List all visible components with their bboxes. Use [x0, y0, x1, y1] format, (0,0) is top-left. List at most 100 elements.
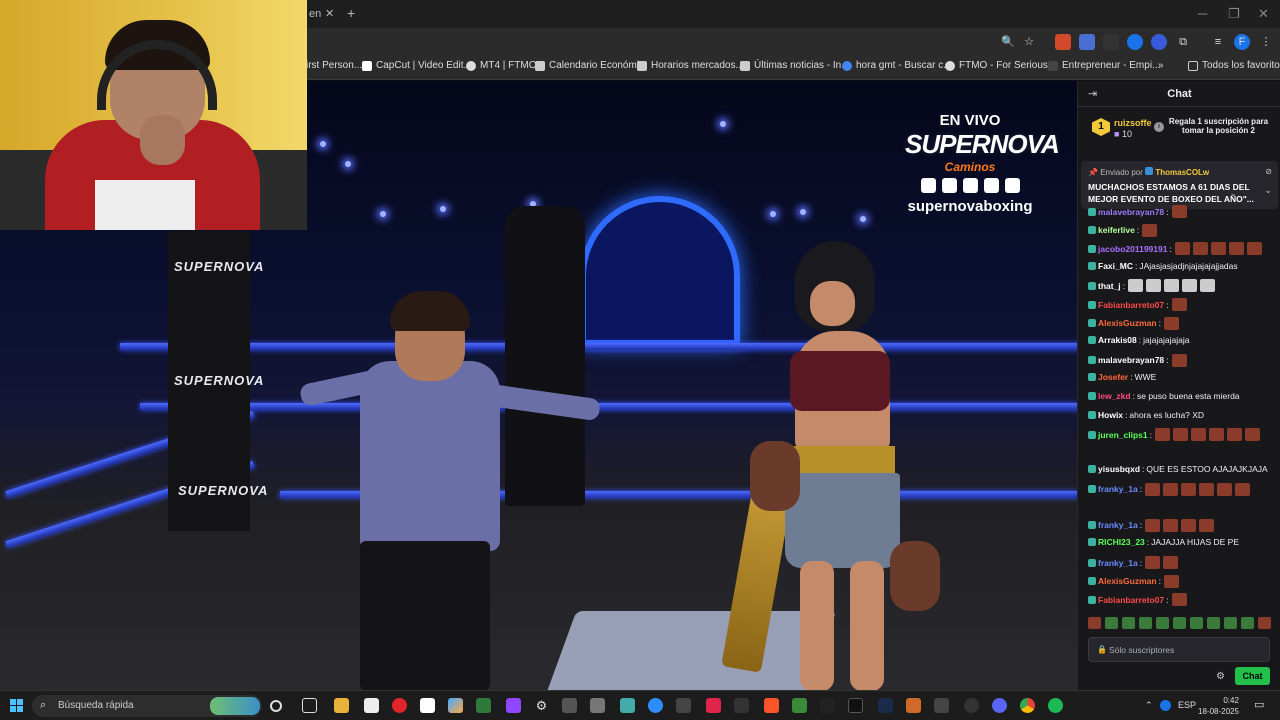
app-icon[interactable]	[590, 698, 605, 713]
app-icon[interactable]	[734, 698, 749, 713]
chat-username[interactable]: franky_1a	[1098, 520, 1138, 530]
chat-username[interactable]: AlexisGuzman	[1098, 576, 1157, 586]
emote-icon[interactable]	[1088, 617, 1101, 629]
profile-avatar-icon[interactable]: F	[1234, 34, 1250, 50]
chevron-down-icon[interactable]: ⌄	[1264, 185, 1272, 196]
app-icon[interactable]	[676, 698, 691, 713]
chat-message[interactable]: RICHI23_23: JAJAJJA HIJAS DE PE	[1088, 537, 1239, 547]
unpin-icon[interactable]: ⊘	[1265, 167, 1272, 176]
chat-username[interactable]: keiferlive	[1098, 225, 1135, 235]
chat-message[interactable]: Howix: ahora es lucha? XD	[1088, 410, 1204, 420]
zoom-app-icon[interactable]	[648, 698, 663, 713]
cortana-icon[interactable]	[270, 700, 282, 712]
extension-2-icon[interactable]	[1103, 34, 1119, 50]
chat-username[interactable]: AlexisGuzman	[1098, 318, 1157, 328]
extensions-puzzle-icon[interactable]: ⧉	[1175, 34, 1191, 50]
app-icon[interactable]	[934, 698, 949, 713]
chat-username[interactable]: Arrakis08	[1098, 335, 1137, 345]
maximize-icon[interactable]: ❐	[1228, 6, 1240, 22]
chat-message[interactable]: franky_1a:	[1088, 556, 1179, 569]
chat-username[interactable]: lew_zkd	[1098, 391, 1131, 401]
chat-message[interactable]: AlexisGuzman:	[1088, 574, 1179, 588]
tab-close-icon[interactable]: ✕	[325, 7, 334, 20]
new-tab-button[interactable]: +	[347, 5, 355, 21]
app-icon[interactable]	[706, 698, 721, 713]
app-icon[interactable]	[476, 698, 491, 713]
extension-icon[interactable]	[1055, 34, 1071, 50]
all-bookmarks-button[interactable]: Todos los favoritos	[1188, 60, 1280, 71]
menu-dots-icon[interactable]: ⋮	[1258, 34, 1274, 50]
chat-message[interactable]: Fabianbarreto07:	[1088, 593, 1187, 607]
chat-username[interactable]: Howix	[1098, 410, 1123, 420]
emote-icon[interactable]	[1258, 617, 1271, 629]
bookmark-item[interactable]: CapCut | Video Edit...	[362, 60, 472, 71]
chat-message[interactable]: malavebrayan78:	[1088, 353, 1187, 367]
emote-icon[interactable]	[1105, 617, 1118, 629]
emote-icon[interactable]	[1207, 617, 1220, 629]
chat-message[interactable]: Arrakis08: jajajajajajaja	[1088, 335, 1189, 345]
keyboard-language[interactable]: ESP	[1178, 700, 1196, 710]
app-icon[interactable]	[562, 698, 577, 713]
pinned-message[interactable]: 📌 Enviado por ThomasCOLw ⊘ MUCHACHOS EST…	[1081, 161, 1278, 209]
capcut-app-icon[interactable]	[820, 698, 835, 713]
settings-icon[interactable]: ⚙	[534, 698, 549, 713]
minecraft-icon[interactable]	[792, 698, 807, 713]
start-button[interactable]	[10, 699, 23, 712]
chat-send-button[interactable]: Chat	[1235, 667, 1270, 685]
emote-icon[interactable]	[1190, 617, 1203, 629]
chat-message[interactable]: lew_zkd: se puso buena esta mierda	[1088, 391, 1240, 401]
app-icon[interactable]	[964, 698, 979, 713]
bookmarks-more-button[interactable]: »	[1158, 60, 1164, 71]
bookmark-item[interactable]: MT4 | FTMO	[466, 60, 536, 71]
emote-icon[interactable]	[1224, 617, 1237, 629]
tray-chevron-icon[interactable]: ⌃	[1145, 700, 1153, 711]
reading-list-icon[interactable]: ≡	[1210, 34, 1226, 50]
chat-username[interactable]: RICHI23_23	[1098, 537, 1145, 547]
copilot-icon[interactable]	[448, 698, 463, 713]
bookmark-item[interactable]: Últimas noticias - In...	[740, 60, 850, 71]
bookmark-star-icon[interactable]: ☆	[1021, 34, 1037, 50]
bookmark-item[interactable]: Entrepreneur - Empi...	[1048, 60, 1160, 71]
chat-username[interactable]: juren_clips1	[1098, 430, 1148, 440]
chat-username[interactable]: yisusbqxd	[1098, 464, 1140, 474]
chat-username[interactable]: Fabianbarreto07	[1098, 300, 1164, 310]
chat-message[interactable]: franky_1a:	[1088, 482, 1251, 496]
emote-icon[interactable]	[1122, 617, 1135, 629]
chat-username[interactable]: jacobo201199191	[1098, 244, 1167, 254]
app-icon[interactable]	[620, 698, 635, 713]
bookmark-item[interactable]: FTMO - For Serious...	[945, 60, 1056, 71]
chat-username[interactable]: malavebrayan78	[1098, 207, 1164, 217]
system-clock[interactable]: 0:42 18-08-2025	[1198, 695, 1239, 717]
chat-message[interactable]: Faxi_MC: JAjasjasjadjnjajajajajjadas	[1088, 261, 1238, 271]
bookmark-item[interactable]: irst Person...	[306, 60, 362, 71]
chat-message[interactable]: AlexisGuzman:	[1088, 316, 1179, 330]
tiktok-icon[interactable]	[848, 698, 863, 713]
spotify-icon[interactable]	[1048, 698, 1063, 713]
chat-username[interactable]: franky_1a	[1098, 558, 1138, 568]
chat-message[interactable]: yisusbqxd: QUE ES ESTOO AJAJAJKJAJA	[1088, 464, 1268, 474]
chat-message[interactable]: keiferlive:	[1088, 223, 1158, 237]
chat-settings-icon[interactable]: ⚙	[1216, 671, 1225, 682]
notepad-icon[interactable]	[364, 698, 379, 713]
extension-4-icon[interactable]	[1151, 34, 1167, 50]
chat-username[interactable]: that_j	[1098, 281, 1121, 291]
chat-message[interactable]: Josefer: WWE	[1088, 372, 1156, 382]
chat-username[interactable]: franky_1a	[1098, 484, 1138, 494]
zoom-icon[interactable]: 🔍	[1000, 34, 1016, 50]
chat-username[interactable]: Faxi_MC	[1098, 261, 1133, 271]
chat-message[interactable]: juren_clips1:	[1088, 428, 1260, 442]
emote-icon[interactable]	[1241, 617, 1254, 629]
chat-input[interactable]: 🔒 Sólo suscriptores	[1088, 637, 1270, 662]
brave-icon[interactable]	[764, 698, 779, 713]
emote-icon[interactable]	[1156, 617, 1169, 629]
twitch-icon[interactable]	[506, 698, 521, 713]
tray-app-icon[interactable]	[1160, 700, 1171, 711]
chat-message[interactable]: malavebrayan78:	[1088, 205, 1187, 218]
tab-title-fragment[interactable]: en	[309, 8, 321, 20]
file-explorer-icon[interactable]	[334, 698, 349, 713]
task-view-icon[interactable]	[302, 698, 317, 713]
notifications-icon[interactable]: ▭	[1254, 698, 1264, 711]
app-icon[interactable]	[878, 698, 893, 713]
chat-username[interactable]: Fabianbarreto07	[1098, 595, 1164, 605]
gift-leaderboard[interactable]: 1 ruizsoffe ■ 10 i Regala 1 suscripción …	[1078, 108, 1280, 150]
